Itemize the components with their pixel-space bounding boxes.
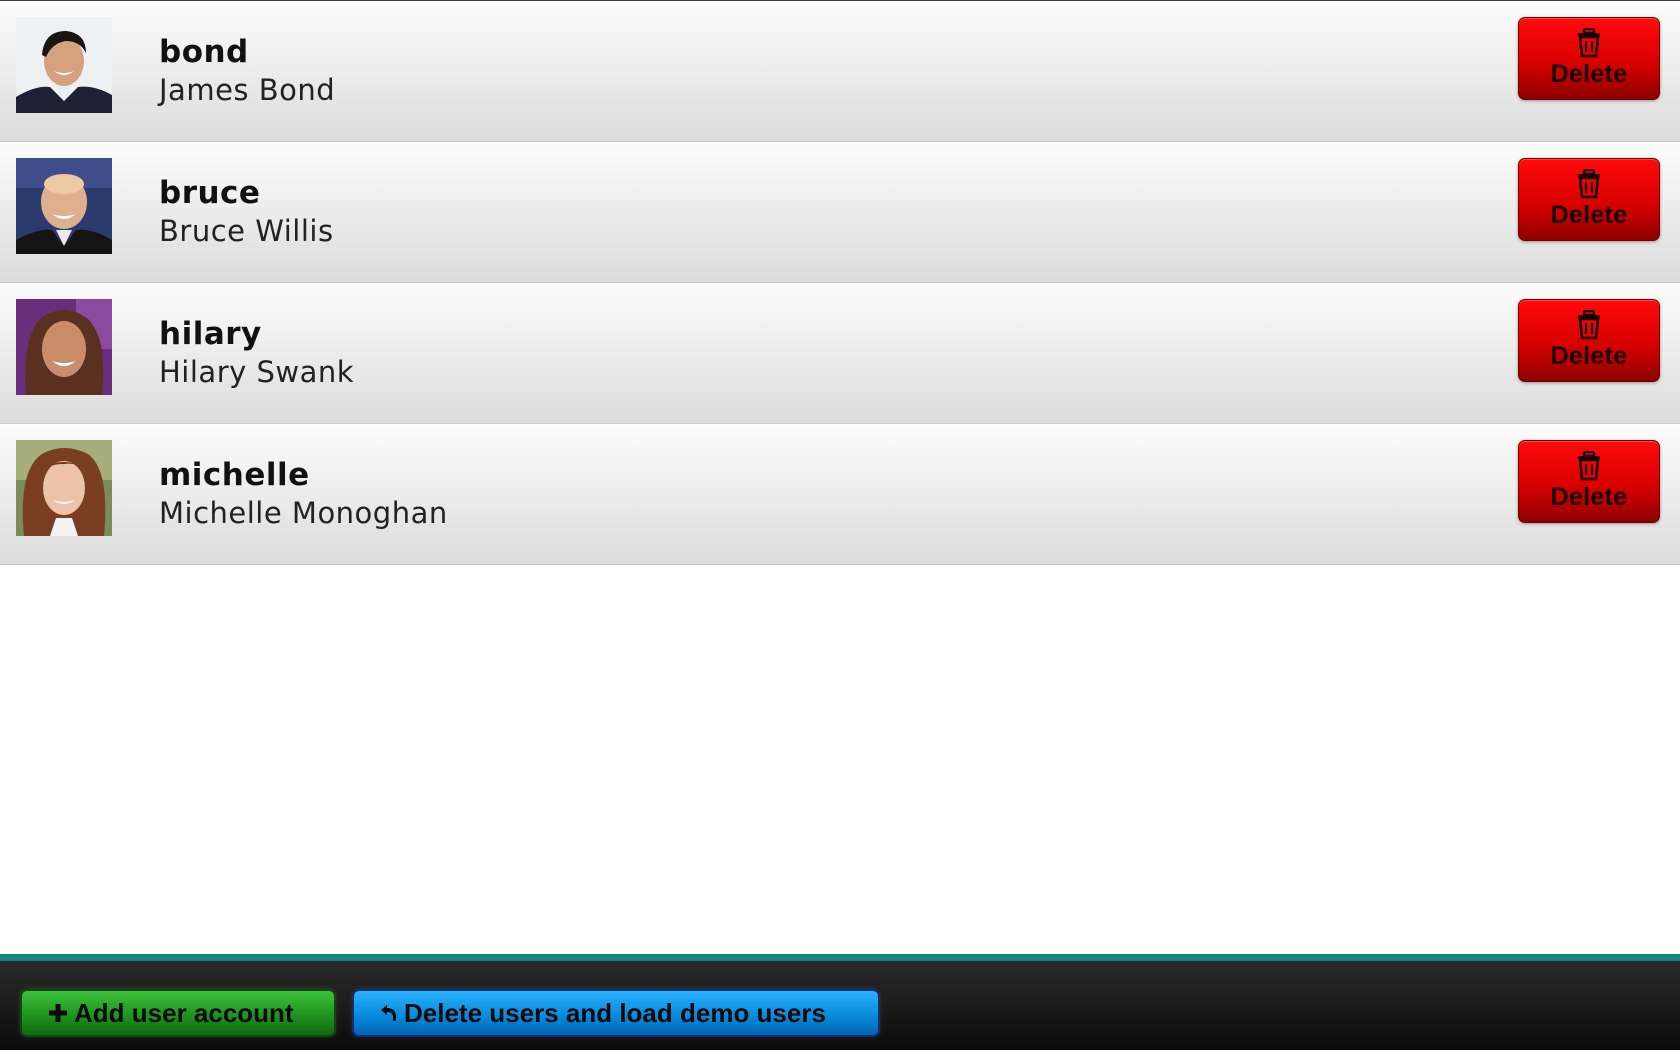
add-user-button[interactable]: Add user account bbox=[20, 989, 336, 1037]
plus-icon bbox=[49, 1004, 67, 1023]
load-demo-users-button[interactable]: Delete users and load demo users bbox=[352, 989, 880, 1037]
avatar bbox=[16, 158, 112, 254]
user-info: bruce Bruce Willis bbox=[159, 174, 334, 250]
full-name: James Bond bbox=[159, 73, 336, 107]
avatar-photo bbox=[16, 299, 112, 395]
full-name: Bruce Willis bbox=[159, 214, 334, 248]
delete-button[interactable]: Delete bbox=[1518, 17, 1660, 100]
full-name: Michelle Monoghan bbox=[159, 496, 448, 530]
user-list: bond James Bond Delete bruce Bruce Willi… bbox=[0, 0, 1680, 565]
load-demo-users-label: Delete users and load demo users bbox=[404, 998, 826, 1028]
delete-button[interactable]: Delete bbox=[1518, 299, 1660, 382]
delete-button[interactable]: Delete bbox=[1518, 158, 1660, 241]
trash-icon bbox=[1578, 310, 1600, 340]
delete-button[interactable]: Delete bbox=[1518, 440, 1660, 523]
avatar-photo bbox=[16, 17, 112, 113]
user-info: bond James Bond bbox=[159, 33, 335, 109]
list-item: michelle Michelle Monoghan Delete bbox=[0, 424, 1680, 565]
trash-icon bbox=[1578, 169, 1600, 199]
avatar bbox=[16, 17, 112, 113]
delete-label: Delete bbox=[1550, 483, 1628, 511]
delete-label: Delete bbox=[1550, 60, 1628, 88]
undo-icon bbox=[381, 1005, 396, 1022]
list-item: bond James Bond Delete bbox=[0, 1, 1680, 142]
delete-label: Delete bbox=[1550, 201, 1628, 229]
full-name: Hilary Swank bbox=[159, 355, 355, 389]
footer-toolbar: Add user account Delete users and load d… bbox=[0, 954, 1680, 1050]
avatar-photo bbox=[16, 440, 112, 536]
delete-label: Delete bbox=[1550, 342, 1628, 370]
list-item: hilary Hilary Swank Delete bbox=[0, 283, 1680, 424]
user-info: michelle Michelle Monoghan bbox=[159, 456, 448, 532]
add-user-label: Add user account bbox=[74, 998, 294, 1028]
avatar bbox=[16, 299, 112, 395]
trash-icon bbox=[1578, 451, 1600, 481]
list-item: bruce Bruce Willis Delete bbox=[0, 142, 1680, 283]
avatar-photo bbox=[16, 158, 112, 254]
username: hilary bbox=[159, 316, 262, 352]
username: michelle bbox=[159, 457, 310, 493]
trash-icon bbox=[1578, 28, 1600, 58]
username: bond bbox=[159, 34, 249, 70]
username: bruce bbox=[159, 175, 261, 211]
user-manager-app: bond James Bond Delete bruce Bruce Willi… bbox=[0, 0, 1680, 1050]
avatar bbox=[16, 440, 112, 536]
user-info: hilary Hilary Swank bbox=[159, 315, 354, 391]
